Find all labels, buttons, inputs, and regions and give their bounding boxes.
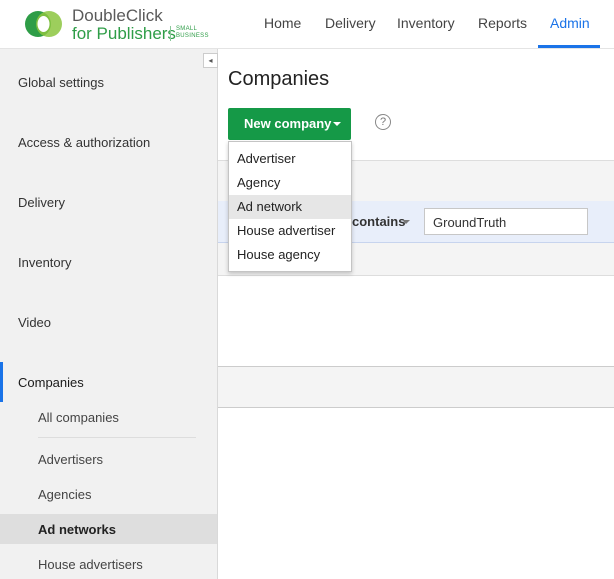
sidebar-subitem-ad-networks[interactable]: Ad networks: [38, 522, 116, 537]
brand-tag-line2: BUSINESS: [176, 33, 209, 39]
sidebar-subitem-agencies[interactable]: Agencies: [38, 487, 91, 502]
sidebar-subitem-house-advertisers[interactable]: House advertisers: [38, 557, 143, 572]
page-title: Companies: [228, 68, 330, 90]
brand-name: DoubleClick: [72, 6, 163, 25]
sidebar-active-indicator: [0, 362, 3, 402]
caret-down-icon: [333, 122, 341, 126]
table-footer-row: [218, 366, 614, 408]
help-icon[interactable]: ?: [375, 114, 391, 130]
doubleclick-logo-icon: [25, 11, 62, 37]
sidebar-subitem-all-companies[interactable]: All companies: [38, 410, 119, 425]
sidebar-item-access-authorization[interactable]: Access & authorization: [18, 135, 150, 150]
nav-admin[interactable]: Admin: [550, 0, 590, 48]
sidebar-subitem-advertisers[interactable]: Advertisers: [38, 452, 103, 467]
new-company-menu: Advertiser Agency Ad network House adver…: [228, 141, 352, 272]
menu-item-house-agency[interactable]: House agency: [229, 243, 351, 267]
sidebar-item-companies[interactable]: Companies: [18, 375, 84, 390]
sidebar-item-inventory[interactable]: Inventory: [18, 255, 71, 270]
filter-operator-caret-icon[interactable]: [402, 220, 410, 224]
sidebar-divider: [38, 437, 196, 438]
brand-tag: SMALL BUSINESS: [176, 26, 209, 40]
collapse-sidebar-icon[interactable]: ◂: [203, 53, 218, 68]
nav-active-indicator: [538, 45, 600, 48]
sidebar: [0, 49, 218, 579]
nav-reports[interactable]: Reports: [478, 0, 527, 48]
nav-home[interactable]: Home: [264, 0, 301, 48]
menu-item-ad-network[interactable]: Ad network: [229, 195, 351, 219]
sidebar-item-global-settings[interactable]: Global settings: [18, 75, 104, 90]
nav-inventory[interactable]: Inventory: [397, 0, 455, 48]
nav-delivery[interactable]: Delivery: [325, 0, 376, 48]
menu-item-advertiser[interactable]: Advertiser: [229, 147, 351, 171]
menu-item-house-advertiser[interactable]: House advertiser: [229, 219, 351, 243]
brand-divider: [170, 26, 171, 41]
menu-item-agency[interactable]: Agency: [229, 171, 351, 195]
filter-value-input[interactable]: GroundTruth: [424, 208, 588, 235]
sidebar-item-delivery[interactable]: Delivery: [18, 195, 65, 210]
sidebar-item-video[interactable]: Video: [18, 315, 51, 330]
brand-tag-line1: SMALL: [176, 26, 198, 32]
new-company-label: New company: [244, 116, 332, 131]
new-company-button[interactable]: New company: [228, 108, 351, 140]
filter-operator[interactable]: contains: [352, 214, 405, 229]
brand-subtitle: for Publishers: [72, 24, 176, 43]
